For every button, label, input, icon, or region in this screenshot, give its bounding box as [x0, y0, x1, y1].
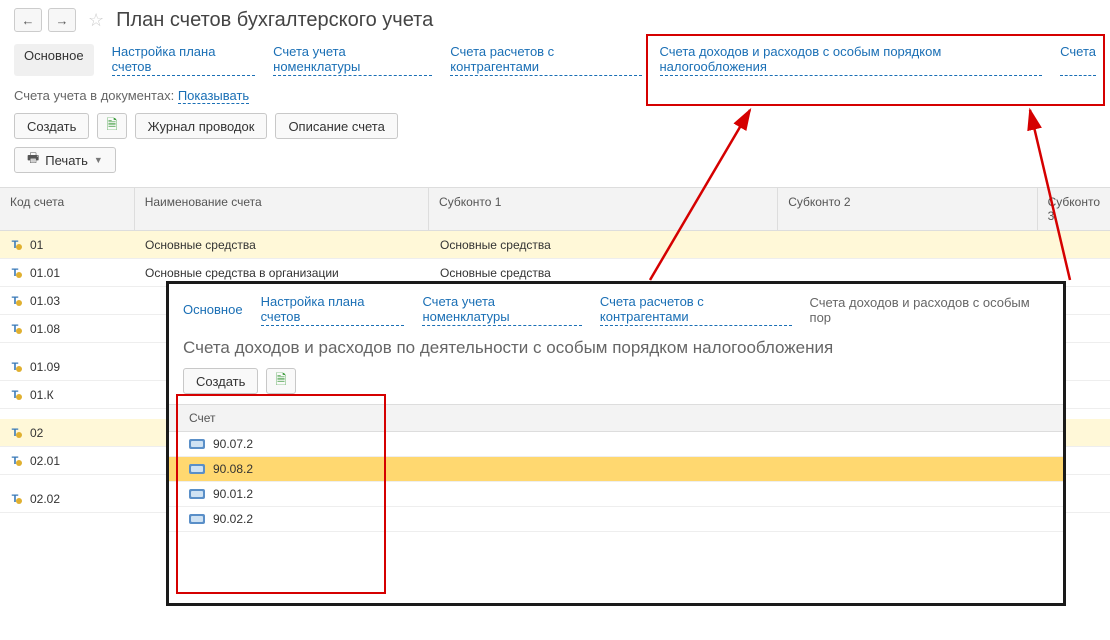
cell-code: 01.08 — [30, 322, 60, 336]
caret-down-icon: ▼ — [94, 155, 103, 165]
print-button[interactable]: 🖶 Печать ▼ — [14, 147, 116, 173]
panel-create-button[interactable]: Создать — [183, 368, 258, 394]
tab-main[interactable]: Основное — [14, 44, 94, 76]
special-accounts-panel: Основное Настройка плана счетов Счета уч… — [166, 281, 1066, 606]
table-row[interactable]: T 01 Основные средстваОсновные средства — [0, 231, 1110, 259]
list-item[interactable]: 90.02.2 — [169, 507, 1063, 532]
account-icon: T — [10, 492, 24, 506]
subline: Счета учета в документах: Показывать — [0, 86, 1110, 113]
journal-button[interactable]: Журнал проводок — [135, 113, 268, 139]
desc-button[interactable]: Описание счета — [275, 113, 397, 139]
table-header: Код счета Наименование счета Субконто 1 … — [0, 188, 1110, 231]
list-item[interactable]: 90.07.2 — [169, 432, 1063, 457]
account-icon: T — [10, 388, 24, 402]
list-item[interactable]: 90.08.2 — [169, 457, 1063, 482]
account-card-icon — [189, 464, 205, 474]
doc-icon: 🗎 — [275, 369, 286, 393]
panel-doc-button[interactable]: 🗎 — [266, 368, 295, 394]
account-icon: T — [10, 454, 24, 468]
cell-code: 02 — [30, 426, 43, 440]
cell-name: Основные средства — [135, 233, 430, 257]
ptab-plan-settings[interactable]: Настройка плана счетов — [261, 294, 405, 326]
cell-code: 01.01 — [30, 266, 60, 280]
subline-label: Счета учета в документах: — [14, 88, 174, 103]
forward-button[interactable]: → — [48, 8, 76, 32]
cell-code: 01.03 — [30, 294, 60, 308]
tab-nomenclature-accounts[interactable]: Счета учета номенклатуры — [273, 44, 432, 76]
th-code[interactable]: Код счета — [0, 188, 135, 230]
list-value: 90.07.2 — [213, 437, 253, 451]
ptab-main[interactable]: Основное — [183, 302, 243, 318]
account-card-icon — [189, 489, 205, 499]
panel-heading: Счета доходов и расходов по деятельности… — [169, 334, 1063, 368]
cell-code: 01.К — [30, 388, 54, 402]
account-icon: T — [10, 322, 24, 336]
print-label: Печать — [45, 153, 88, 168]
cell-code: 02.02 — [30, 492, 60, 506]
list-value: 90.02.2 — [213, 512, 253, 526]
th-sk2[interactable]: Субконто 2 — [778, 188, 1037, 230]
cell-code: 01 — [30, 238, 43, 252]
page-title: План счетов бухгалтерского учета — [116, 9, 433, 32]
doc-icon: 🗎 — [106, 114, 117, 138]
cell-code: 02.01 — [30, 454, 60, 468]
list-value: 90.01.2 — [213, 487, 253, 501]
th-sk1[interactable]: Субконто 1 — [429, 188, 778, 230]
panel-tabs: Основное Настройка плана счетов Счета уч… — [169, 284, 1063, 334]
tab-plan-settings[interactable]: Настройка плана счетов — [112, 44, 256, 76]
account-icon: T — [10, 266, 24, 280]
th-name[interactable]: Наименование счета — [135, 188, 429, 230]
account-icon: T — [10, 426, 24, 440]
cell-code: 01.09 — [30, 360, 60, 374]
account-icon: T — [10, 238, 24, 252]
panel-toolbar: Создать 🗎 — [169, 368, 1063, 404]
panel-list-header[interactable]: Счет — [169, 404, 1063, 432]
ptab-counterparty[interactable]: Счета расчетов с контрагентами — [600, 294, 792, 326]
th-sk3[interactable]: Субконто 3 — [1038, 188, 1110, 230]
ptab-current[interactable]: Счета доходов и расходов с особым пор — [810, 295, 1049, 325]
account-card-icon — [189, 514, 205, 524]
subline-link[interactable]: Показывать — [178, 88, 249, 104]
print-icon: 🖶 — [27, 149, 39, 171]
account-icon: T — [10, 294, 24, 308]
tab-counterparty-accounts[interactable]: Счета расчетов с контрагентами — [450, 44, 641, 76]
cell-sk1: Основные средства — [430, 233, 780, 257]
account-card-icon — [189, 439, 205, 449]
tab-special-tax-accounts[interactable]: Счета доходов и расходов с особым порядк… — [660, 44, 1043, 76]
account-icon: T — [10, 360, 24, 374]
create-button[interactable]: Создать — [14, 113, 89, 139]
back-button[interactable]: ← — [14, 8, 42, 32]
list-item[interactable]: 90.01.2 — [169, 482, 1063, 507]
tab-bar: Основное Настройка плана счетов Счета уч… — [0, 38, 1110, 86]
tab-accounts[interactable]: Счета — [1060, 44, 1096, 76]
refresh-doc-button[interactable]: 🗎 — [97, 113, 126, 139]
list-value: 90.08.2 — [213, 462, 253, 476]
toolbar: Создать 🗎 Журнал проводок Описание счета — [0, 113, 1110, 147]
ptab-nomenclature[interactable]: Счета учета номенклатуры — [422, 294, 581, 326]
favorite-star-icon[interactable]: ☆ — [88, 10, 104, 31]
